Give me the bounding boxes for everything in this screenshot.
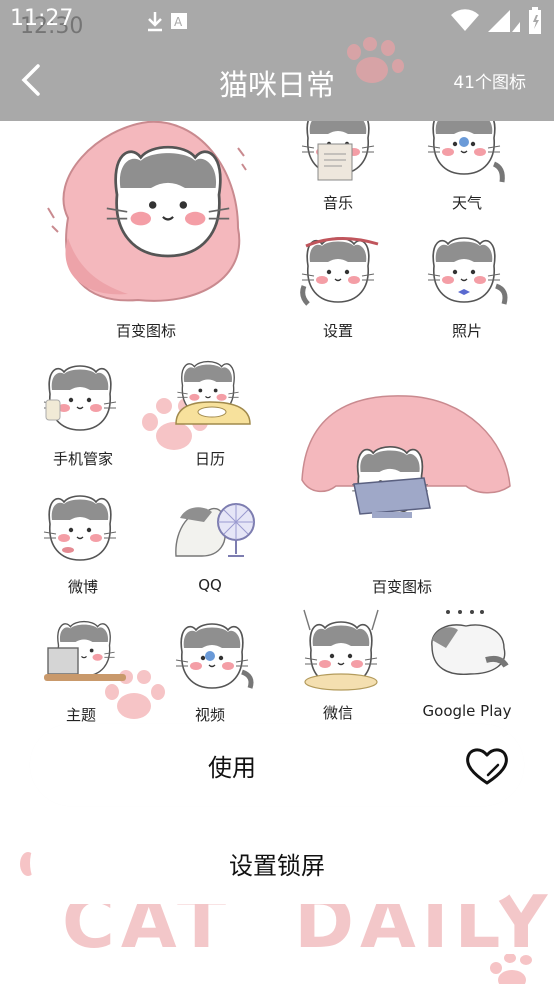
status-icons: A — [146, 6, 542, 36]
wifi-icon — [451, 9, 479, 31]
use-button-label: 使用 — [208, 754, 256, 782]
cat-weibo-icon[interactable] — [40, 480, 130, 568]
icon-label: Google Play — [422, 702, 512, 720]
battery-icon — [529, 7, 541, 34]
cat-qq-icon[interactable] — [172, 498, 260, 560]
cat-settings-icon[interactable] — [298, 222, 384, 306]
cat-blanket-icon[interactable] — [38, 108, 252, 308]
icon-label: 音乐 — [322, 194, 353, 212]
icon-label: 视频 — [194, 706, 225, 724]
icon-label: 百变图标 — [371, 578, 432, 596]
icon-label: 主题 — [65, 706, 96, 724]
cat-wechat-icon[interactable] — [298, 608, 384, 694]
download-icon — [148, 12, 162, 32]
icon-label: 微博 — [67, 578, 98, 596]
signal-icon — [488, 10, 520, 32]
svg-text:A: A — [174, 15, 183, 29]
icon-label: 百变图标 — [115, 322, 176, 340]
set-lockscreen-label: 设置锁屏 — [229, 852, 325, 880]
icon-label: 天气 — [451, 194, 482, 212]
cat-calendar-icon[interactable] — [170, 354, 256, 430]
paw-icon — [347, 37, 404, 83]
cat-video-icon[interactable] — [172, 608, 262, 692]
icon-label: 手机管家 — [52, 450, 113, 468]
icon-label: 微信 — [322, 704, 353, 722]
a-icon: A — [171, 13, 187, 29]
icon-label: 设置 — [322, 322, 353, 340]
cat-phone-manager-icon[interactable] — [40, 350, 126, 440]
icon-count: 41个图标 — [453, 73, 526, 93]
icon-label: 日历 — [194, 450, 225, 468]
icon-label: QQ — [198, 576, 222, 594]
favorite-heart-icon[interactable] — [464, 745, 510, 787]
cat-tent-icon[interactable] — [296, 390, 514, 524]
cat-photos-icon[interactable] — [424, 222, 514, 306]
cat-googleplay-icon[interactable] — [424, 608, 514, 682]
cat-theme-icon[interactable] — [40, 614, 130, 686]
use-button[interactable]: 使用 — [30, 724, 524, 806]
set-lockscreen-button[interactable]: 设置锁屏 — [30, 822, 524, 904]
top-bar: 12:30 11:27 A 猫咪日常 41个图标 — [0, 0, 554, 121]
status-time: 11:27 — [10, 6, 74, 31]
icon-label: 照片 — [451, 322, 482, 340]
